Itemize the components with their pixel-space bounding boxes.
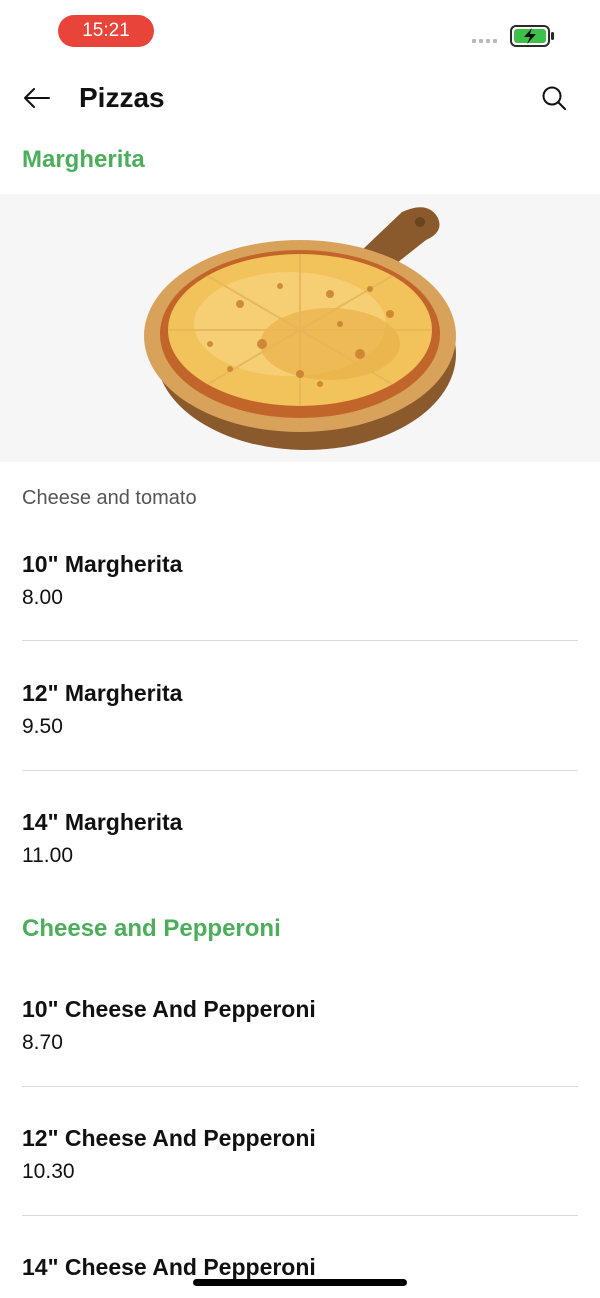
section-title-cheese-and-pepperoni: Cheese and Pepperoni xyxy=(22,915,281,942)
menu-item[interactable]: 10" Margherita 8.00 xyxy=(22,550,578,610)
item-name: 12" Cheese And Pepperoni xyxy=(22,1125,316,1151)
divider xyxy=(22,770,578,771)
search-icon xyxy=(542,86,566,110)
back-button[interactable] xyxy=(16,80,56,116)
item-price: 10.30 xyxy=(22,1160,75,1183)
home-indicator xyxy=(193,1279,407,1286)
arrow-left-icon xyxy=(24,88,50,108)
divider xyxy=(22,640,578,641)
status-time: 15:21 xyxy=(58,15,154,47)
item-name: 10" Cheese And Pepperoni xyxy=(22,996,316,1022)
margherita-pizza-image xyxy=(0,194,600,462)
divider xyxy=(22,1215,578,1216)
item-price: 8.00 xyxy=(22,586,63,609)
battery-charging-icon xyxy=(510,25,554,47)
section-description: Cheese and tomato xyxy=(22,487,197,509)
item-price: 8.70 xyxy=(22,1031,63,1054)
menu-item[interactable]: 12" Cheese And Pepperoni 10.30 xyxy=(22,1124,578,1184)
item-name: 10" Margherita xyxy=(22,551,183,577)
section-title-margherita: Margherita xyxy=(22,146,145,173)
menu-item[interactable]: 12" Margherita 9.50 xyxy=(22,679,578,739)
item-name: 14" Cheese And Pepperoni xyxy=(22,1254,316,1280)
signal-icon xyxy=(472,39,497,43)
item-price: 11.00 xyxy=(22,844,73,867)
divider xyxy=(22,1086,578,1087)
menu-item[interactable]: 14" Margherita 11.00 xyxy=(22,808,578,868)
menu-item[interactable]: 10" Cheese And Pepperoni 8.70 xyxy=(22,995,578,1055)
search-button[interactable] xyxy=(534,80,574,116)
page-title: Pizzas xyxy=(79,82,165,113)
item-name: 12" Margherita xyxy=(22,680,183,706)
item-price: 9.50 xyxy=(22,715,63,738)
status-bar: 15:21 xyxy=(0,0,600,64)
item-name: 14" Margherita xyxy=(22,809,183,835)
app-header: Pizzas xyxy=(0,64,600,134)
